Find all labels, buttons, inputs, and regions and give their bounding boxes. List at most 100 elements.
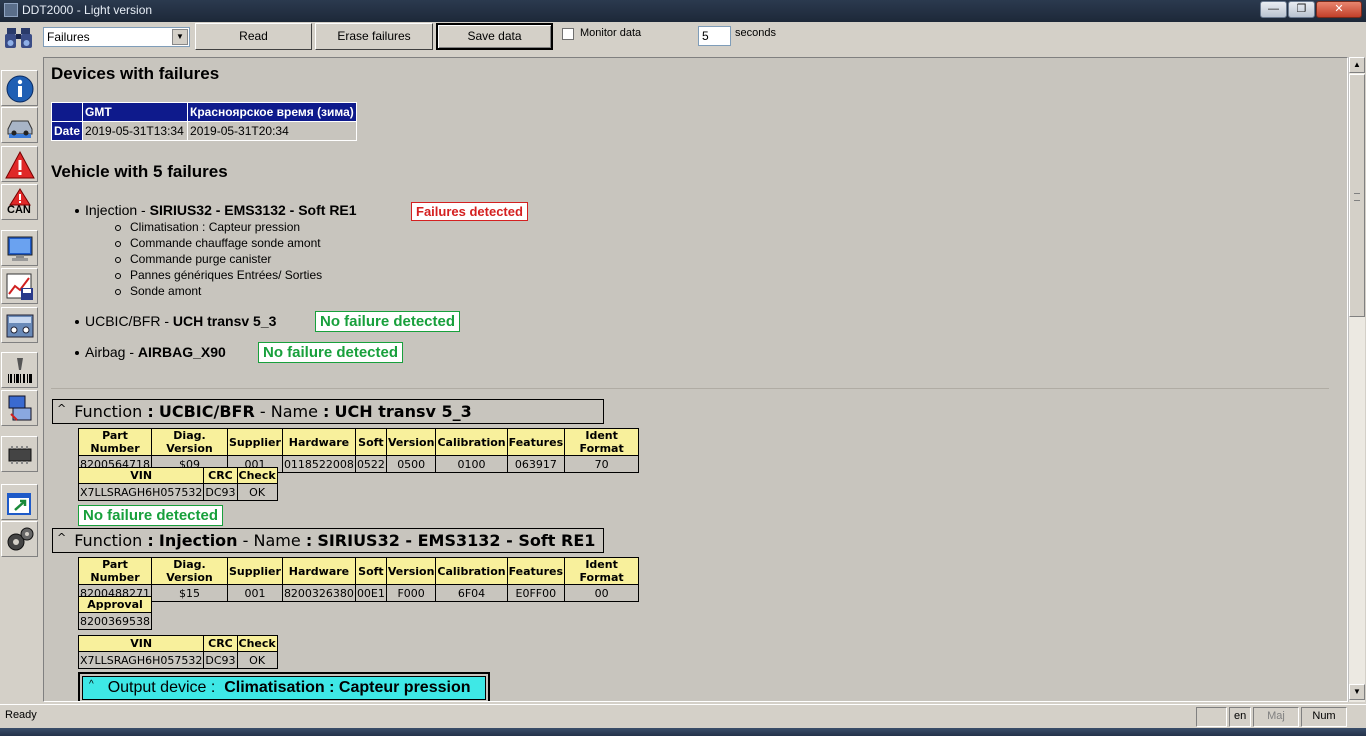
monitor-data-checkbox[interactable] (562, 28, 574, 40)
failure-item: Commande chauffage sonde amont (115, 236, 321, 250)
ecu-separator: - (160, 313, 173, 329)
ecu-item: Injection - SIRIUS32 - EMS3132 - Soft RE… (75, 202, 357, 218)
time-table-corner (50, 102, 84, 122)
vin-table: VIN CRC Check X7LLSRAGH6H057532 DC93 OK (77, 467, 278, 501)
ecu-programming-icon[interactable] (1, 390, 38, 426)
vin-table: VIN CRC Check X7LLSRAGH6H057532 DC93 OK (77, 635, 278, 669)
ecu-function: Airbag (85, 344, 126, 360)
function-label: Function (74, 402, 143, 421)
scroll-down-icon[interactable]: ▼ (1349, 684, 1365, 700)
bullet (75, 209, 79, 214)
read-button-label: Read (239, 29, 268, 43)
can-label: CAN (7, 204, 31, 216)
name-label: - Name (242, 531, 301, 550)
ecu-function: Injection (85, 202, 138, 218)
ecu-separator: - (137, 202, 150, 218)
view-select[interactable]: Failures ▼ (43, 27, 190, 47)
minimize-button[interactable]: — (1260, 1, 1287, 18)
no-failure-badge: No failure detected (258, 342, 404, 363)
can-warning-icon[interactable]: CAN (1, 184, 38, 220)
gears-icon[interactable] (1, 521, 38, 557)
output-device-header[interactable]: ^ Output device : Climatisation : Capteur… (82, 676, 486, 700)
failure-item: Climatisation : Capteur pression (115, 220, 300, 234)
interval-input[interactable]: 5 (698, 26, 731, 46)
erase-failures-label: Erase failures (337, 29, 411, 43)
function-value: Injection (158, 531, 238, 550)
lang-indicator: en (1229, 707, 1251, 727)
function-header[interactable]: ^ Function : UCBIC/BFR - Name : UCH trans… (52, 399, 604, 424)
read-button[interactable]: Read (195, 23, 312, 50)
no-failure-badge: No failure detected (78, 505, 224, 526)
collapse-caret-icon[interactable]: ^ (57, 402, 66, 415)
collapse-caret-icon[interactable]: ^ (57, 531, 66, 544)
gmt-date: 2019-05-31T13:34 (82, 121, 189, 141)
gmt-header: GMT (82, 102, 189, 122)
status-bar: Ready en Maj Num (0, 704, 1366, 728)
toolbar: Failures ▼ Read Erase failures Save data… (0, 22, 1366, 52)
scroll-thumb[interactable] (1349, 74, 1365, 317)
function-label: Function (74, 531, 143, 550)
save-data-label: Save data (467, 29, 522, 43)
output-device-block: ^ Output device : Climatisation : Capteur… (78, 672, 490, 701)
save-data-button[interactable]: Save data (436, 23, 553, 50)
approval-table: Approval 8200369538 (78, 596, 152, 630)
failures-detected-badge: Failures detected (411, 202, 528, 221)
num-indicator: Num (1301, 707, 1347, 727)
control-panel-icon[interactable] (1, 307, 38, 343)
sidebar: CAN (0, 60, 40, 560)
local-time-header: Красноярское время (зима) (187, 102, 357, 122)
seconds-label: seconds (735, 27, 776, 39)
ident-table: Part Number Diag. Version Supplier Hardware… (78, 557, 640, 602)
ecu-name: AIRBAG_X90 (137, 344, 226, 360)
view-select-value: Failures (47, 30, 90, 44)
failure-item: Commande purge canister (115, 252, 271, 266)
failure-item: Pannes génériques Entrées/ Sorties (115, 268, 322, 282)
vehicle-icon[interactable] (1, 107, 38, 143)
caps-indicator: Maj (1253, 707, 1299, 727)
ecu-name: SIRIUS32 - EMS3132 - Soft RE1 (149, 202, 357, 218)
app-icon (4, 3, 18, 17)
no-failure-badge: No failure detected (315, 311, 461, 332)
warning-icon[interactable] (1, 146, 38, 182)
collapse-caret-icon[interactable]: ^ (89, 679, 94, 690)
local-date: 2019-05-31T20:34 (187, 121, 357, 141)
vehicle-title: Vehicle with 5 failures (51, 162, 228, 181)
function-header[interactable]: ^ Function : Injection - Name : SIRIUS32 … (52, 528, 604, 553)
function-value: UCBIC/BFR (158, 402, 255, 421)
name-label: - Name (259, 402, 318, 421)
chip-icon[interactable] (1, 436, 38, 472)
output-device-label: Output device : (107, 679, 216, 696)
report-view: Devices with failures GMT Красноярское в… (43, 57, 1348, 702)
ecu-separator: - (125, 344, 138, 360)
export-window-icon[interactable] (1, 484, 38, 520)
output-device-value: Climatisation : Capteur pression (224, 679, 471, 696)
ecu-item: Airbag - AIRBAG_X90 (75, 344, 226, 360)
scroll-up-icon[interactable]: ▲ (1349, 57, 1365, 73)
status-text: Ready (5, 709, 37, 721)
barcode-scanner-icon[interactable] (1, 352, 38, 388)
close-button[interactable]: ✕ (1316, 1, 1362, 18)
chart-save-icon[interactable] (1, 268, 38, 304)
monitor-icon[interactable] (1, 230, 38, 266)
chevron-down-icon[interactable]: ▼ (172, 29, 188, 45)
bullet (75, 351, 79, 356)
binoculars-icon[interactable] (4, 26, 34, 50)
devices-title: Devices with failures (51, 64, 220, 83)
name-value: UCH transv 5_3 (334, 402, 472, 421)
failure-item: Sonde amont (115, 284, 201, 298)
status-pane-empty (1196, 707, 1227, 727)
window-title: DDT2000 - Light version (22, 3, 153, 17)
date-row-label: Date (50, 121, 84, 141)
time-table: GMT Красноярское время (зима) Date 2019-… (50, 102, 357, 141)
info-icon[interactable] (1, 70, 38, 106)
divider (51, 388, 1329, 389)
ecu-function: UCBIC/BFR (85, 313, 161, 329)
name-value: SIRIUS32 - EMS3132 - Soft RE1 (317, 531, 596, 550)
ecu-item: UCBIC/BFR - UCH transv 5_3 (75, 313, 276, 329)
monitor-data-label: Monitor data (580, 27, 642, 39)
vertical-scrollbar[interactable]: ▲ ▼ (1348, 57, 1365, 702)
title-bar: DDT2000 - Light version — ❐ ✕ (0, 0, 1366, 22)
erase-failures-button[interactable]: Erase failures (315, 23, 433, 50)
maximize-button[interactable]: ❐ (1288, 1, 1315, 18)
bullet (75, 320, 79, 325)
